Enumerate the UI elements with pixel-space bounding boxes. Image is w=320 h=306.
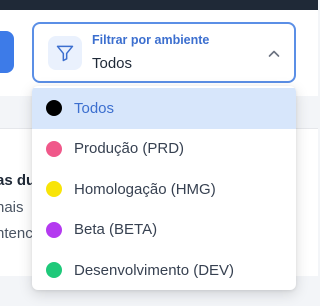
environment-dropdown-menu: Todos Produção (PRD) Homologação (HMG) B… [32,86,296,290]
filter-label: Filtrar por ambiente [92,33,210,47]
option-label: Todos [74,99,115,117]
top-bar [0,0,318,10]
background-text-fragment: ntenc [0,225,33,242]
option-beta[interactable]: Beta (BETA) [32,210,296,251]
option-label: Desenvolvimento (DEV) [74,261,235,279]
option-label: Produção (PRD) [74,140,185,158]
option-label: Beta (BETA) [74,221,158,239]
filter-selected-value: Todos [92,55,133,72]
primary-button-partial[interactable] [0,31,14,73]
filter-icon [48,36,82,70]
option-producao[interactable]: Produção (PRD) [32,129,296,170]
option-desenvolvimento[interactable]: Desenvolvimento (DEV) [32,250,296,290]
chevron-up-icon[interactable] [266,46,282,62]
environment-color-dot [46,181,62,198]
option-label: Homologação (HMG) [74,180,216,198]
environment-filter-select[interactable]: Filtrar por ambiente Todos [32,22,296,83]
background-text-fragment: nais [0,199,24,216]
environment-color-dot [46,100,62,117]
background-heading-fragment: as du [0,172,36,189]
environment-color-dot [46,262,62,279]
environment-color-dot [46,140,62,157]
environment-color-dot [46,221,62,238]
option-todos[interactable]: Todos [32,88,296,129]
option-homologacao[interactable]: Homologação (HMG) [32,169,296,210]
